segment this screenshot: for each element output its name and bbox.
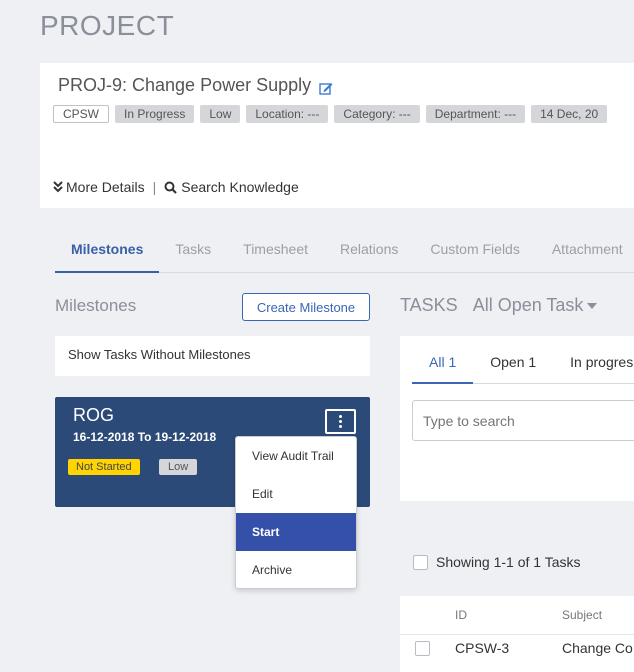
tag-department: Department: --- <box>425 105 526 123</box>
more-details-label: More Details <box>66 179 145 195</box>
row-checkbox[interactable] <box>415 641 430 656</box>
search-icon <box>164 181 178 194</box>
show-tasks-without-milestones[interactable]: Show Tasks Without Milestones <box>55 336 370 376</box>
page-title: PROJECT <box>40 10 175 41</box>
search-knowledge-label: Search Knowledge <box>181 179 299 195</box>
tag-location: Location: --- <box>246 105 329 123</box>
table-row[interactable]: CPSW-3 Change Co <box>400 634 634 672</box>
project-actions-row: More Details | Search Knowledge <box>53 179 299 195</box>
task-tab-in-progress[interactable]: In progres <box>553 354 634 384</box>
tab-attachment[interactable]: Attachment <box>536 234 634 273</box>
tag-code: CPSW <box>53 105 109 123</box>
menu-edit[interactable]: Edit <box>236 475 356 513</box>
separator: | <box>152 179 157 195</box>
task-status-tabs: All 1 Open 1 In progres <box>412 354 634 384</box>
tab-custom-fields[interactable]: Custom Fields <box>414 234 535 273</box>
tab-relations[interactable]: Relations <box>324 234 414 273</box>
showing-count: Showing 1-1 of 1 Tasks <box>436 554 581 570</box>
tag-priority: Low <box>200 105 241 123</box>
milestone-context-menu: View Audit Trail Edit Start Archive <box>235 436 357 589</box>
project-header-card: PROJ-9: Change Power Supply CPSW In Prog… <box>40 63 634 208</box>
tasks-panel: All 1 Open 1 In progres <box>400 336 634 501</box>
project-tabs: Milestones Tasks Timesheet Relations Cus… <box>55 234 634 273</box>
tasks-title: TASKS <box>400 295 458 315</box>
project-name: PROJ-9: Change Power Supply <box>58 75 312 95</box>
select-all-checkbox[interactable] <box>413 554 428 570</box>
showing-row: Showing 1-1 of 1 Tasks <box>413 554 581 570</box>
priority-badge: Low <box>159 459 198 475</box>
menu-start[interactable]: Start <box>236 513 356 551</box>
tag-date: 14 Dec, 20 <box>531 105 608 123</box>
task-tab-open[interactable]: Open 1 <box>473 354 553 384</box>
kebab-icon <box>326 410 355 433</box>
task-filter-dropdown[interactable]: All Open Task <box>473 295 598 316</box>
milestone-options-button[interactable] <box>325 409 356 434</box>
task-filter-label: All Open Task <box>472 295 584 315</box>
caret-down-icon <box>587 302 598 309</box>
tasks-header: TASKS All Open Task <box>400 295 598 316</box>
edit-icon[interactable] <box>319 79 333 95</box>
more-details-link[interactable]: More Details <box>53 179 145 195</box>
task-id[interactable]: CPSW-3 <box>455 635 509 661</box>
tab-timesheet[interactable]: Timesheet <box>227 234 324 273</box>
create-milestone-button[interactable]: Create Milestone <box>242 293 370 321</box>
tasks-table: ID Subject CPSW-3 Change Co <box>400 596 634 672</box>
tab-milestones[interactable]: Milestones <box>55 234 160 273</box>
column-header-id: ID <box>455 608 467 622</box>
tag-category: Category: --- <box>334 105 420 123</box>
milestone-dates: 16-12-2018 To 19-12-2018 <box>73 430 217 444</box>
menu-archive[interactable]: Archive <box>236 551 356 589</box>
milestones-heading: Milestones <box>55 296 137 315</box>
double-chevron-down-icon <box>53 181 63 193</box>
column-header-subject: Subject <box>562 608 603 622</box>
search-knowledge-link[interactable]: Search Knowledge <box>164 179 299 195</box>
task-tab-all[interactable]: All 1 <box>412 354 474 384</box>
milestone-name: ROG <box>73 405 115 425</box>
tag-status: In Progress <box>115 105 195 123</box>
task-subject[interactable]: Change Co <box>562 635 633 661</box>
task-search-input[interactable] <box>412 400 634 441</box>
tab-tasks[interactable]: Tasks <box>159 234 227 273</box>
project-name-row: PROJ-9: Change Power Supply <box>58 75 333 96</box>
menu-view-audit-trail[interactable]: View Audit Trail <box>236 437 356 475</box>
project-tags: CPSW In Progress Low Location: --- Categ… <box>53 105 608 123</box>
status-badge: Not Started <box>68 459 140 475</box>
